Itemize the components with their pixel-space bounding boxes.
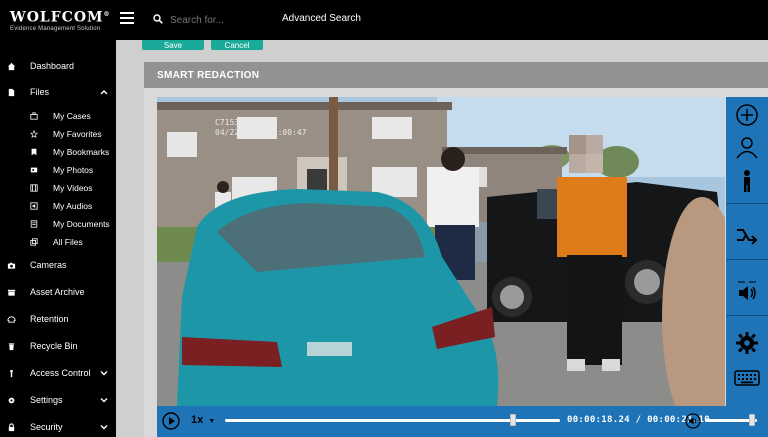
sidebar-subitem-label: My Bookmarks: [53, 147, 110, 157]
sidebar-subitem-label: My Favorites: [53, 129, 102, 139]
sidebar-item-files[interactable]: Files: [0, 82, 116, 102]
sidebar-subitem-my-documents[interactable]: My Documents: [0, 216, 116, 232]
lock-icon: [8, 422, 15, 431]
sidebar-subitem-label: My Videos: [53, 183, 93, 193]
cancel-button-label: Cancel: [224, 41, 250, 50]
seek-handle[interactable]: [510, 414, 517, 426]
video-scene: C7153 04/22/2015 11:00:47: [157, 97, 725, 406]
sidebar-subitem-all-files[interactable]: All Files: [0, 234, 116, 250]
face-detect-icon[interactable]: [733, 133, 761, 161]
sidebar-item-label: Access Control: [30, 368, 91, 378]
keyboard-icon[interactable]: [733, 363, 761, 391]
video-overlay-timestamp: 04/22/2015 11:00:47: [215, 128, 307, 137]
sidebar-subitem-my-videos[interactable]: My Videos: [0, 180, 116, 196]
bookmark-icon: [31, 148, 37, 156]
home-icon: [7, 62, 16, 70]
toolbar-divider: [726, 259, 768, 260]
save-button[interactable]: Save: [142, 40, 204, 50]
chevron-down-icon: ▼: [208, 418, 216, 425]
advanced-search-link[interactable]: Advanced Search: [282, 13, 361, 24]
sidebar-item-access-control[interactable]: Access Control: [0, 363, 116, 383]
sidebar-subitem-my-audios[interactable]: My Audios: [0, 198, 116, 214]
user-lock-icon: [10, 369, 13, 377]
sidebar-item-security[interactable]: Security: [0, 417, 116, 437]
document-icon: [30, 220, 38, 228]
playback-speed-select[interactable]: 1x ▼: [191, 414, 215, 426]
chevron-up-icon: [100, 90, 108, 95]
star-icon: [30, 130, 38, 138]
sidebar-subitem-label: My Audios: [53, 201, 93, 211]
app-logo[interactable]: WOLFCOM® Evidence Management Solution: [10, 8, 110, 33]
sidebar-item-dashboard[interactable]: Dashboard: [0, 56, 116, 76]
trash-icon: [8, 342, 15, 350]
sidebar-item-label: Cameras: [30, 260, 67, 270]
retention-icon: [7, 315, 16, 323]
gear-icon[interactable]: [733, 329, 761, 357]
photo-icon: [30, 167, 38, 173]
sidebar-subitem-my-bookmarks[interactable]: My Bookmarks: [0, 144, 116, 160]
search-icon[interactable]: [153, 14, 163, 24]
gear-icon: [8, 397, 15, 403]
sidebar-item-asset-archive[interactable]: Asset Archive: [0, 282, 116, 302]
file-icon: [8, 88, 15, 96]
save-button-label: Save: [163, 41, 183, 50]
cancel-button[interactable]: Cancel: [211, 40, 263, 50]
audio-redact-icon[interactable]: [733, 277, 761, 305]
sidebar-item-label: Settings: [30, 395, 63, 405]
sidebar-item-label: Dashboard: [30, 61, 75, 71]
sidebar-item-recycle-bin[interactable]: Recycle Bin: [0, 336, 116, 356]
sidebar-item-cameras[interactable]: Cameras: [0, 255, 116, 275]
logo-text: WOLFCOM: [10, 9, 104, 26]
search-input[interactable]: [170, 11, 270, 29]
sidebar-subitem-my-photos[interactable]: My Photos: [0, 162, 116, 178]
sidebar-item-label: Asset Archive: [30, 287, 85, 297]
sidebar-subitem-my-favorites[interactable]: My Favorites: [0, 126, 116, 142]
top-bar: WOLFCOM® Evidence Management Solution Ad…: [0, 0, 768, 40]
video-overlay-id: C7153: [215, 118, 239, 127]
time-separator: /: [635, 415, 642, 425]
sidebar-item-retention[interactable]: Retention: [0, 309, 116, 329]
logo-registered-mark: ®: [103, 11, 111, 18]
logo-tagline: Evidence Management Solution: [10, 25, 101, 32]
archive-icon: [7, 289, 16, 296]
sidebar: Dashboard Files My Cases My Favorites My…: [0, 40, 116, 437]
film-icon: [30, 184, 38, 192]
person-detect-icon[interactable]: [733, 167, 761, 195]
chevron-down-icon: [100, 398, 108, 403]
current-time: 00:00:18.24: [567, 415, 630, 425]
briefcase-icon: [30, 112, 38, 120]
toolbar-divider: [726, 203, 768, 204]
camera-icon: [7, 262, 16, 269]
sidebar-item-label: Files: [30, 87, 50, 97]
playback-speed-value: 1x: [191, 414, 204, 426]
sidebar-subitem-label: My Photos: [53, 165, 94, 175]
sidebar-subitem-my-cases[interactable]: My Cases: [0, 108, 116, 124]
sidebar-item-label: Recycle Bin: [30, 341, 78, 351]
audio-icon: [30, 202, 38, 210]
sidebar-subitem-label: My Documents: [53, 219, 110, 229]
sidebar-item-label: Retention: [30, 314, 69, 324]
toolbar-divider: [726, 315, 768, 316]
redaction-toolbar: [726, 97, 768, 406]
chevron-down-icon: [100, 371, 108, 376]
add-icon[interactable]: [733, 101, 761, 129]
sidebar-subitem-label: All Files: [53, 237, 83, 247]
sidebar-item-label: Security: [30, 422, 63, 432]
volume-handle[interactable]: [748, 414, 755, 426]
chevron-down-icon: [100, 425, 108, 430]
sidebar-subitem-label: My Cases: [53, 111, 91, 121]
panel-title: SMART REDACTION: [157, 69, 260, 81]
player-controls: 1x ▼ 00:00:18.24 / 00:00:21.10: [157, 406, 768, 437]
play-icon[interactable]: [162, 412, 180, 430]
merge-tracks-icon[interactable]: [733, 221, 761, 249]
menu-toggle-icon[interactable]: [120, 12, 134, 24]
video-frame[interactable]: C7153 04/22/2015 11:00:47: [157, 97, 725, 406]
sidebar-item-settings[interactable]: Settings: [0, 390, 116, 410]
copy-icon: [30, 238, 38, 246]
panel-header: SMART REDACTION: [144, 62, 768, 88]
volume-icon[interactable]: [685, 413, 701, 429]
